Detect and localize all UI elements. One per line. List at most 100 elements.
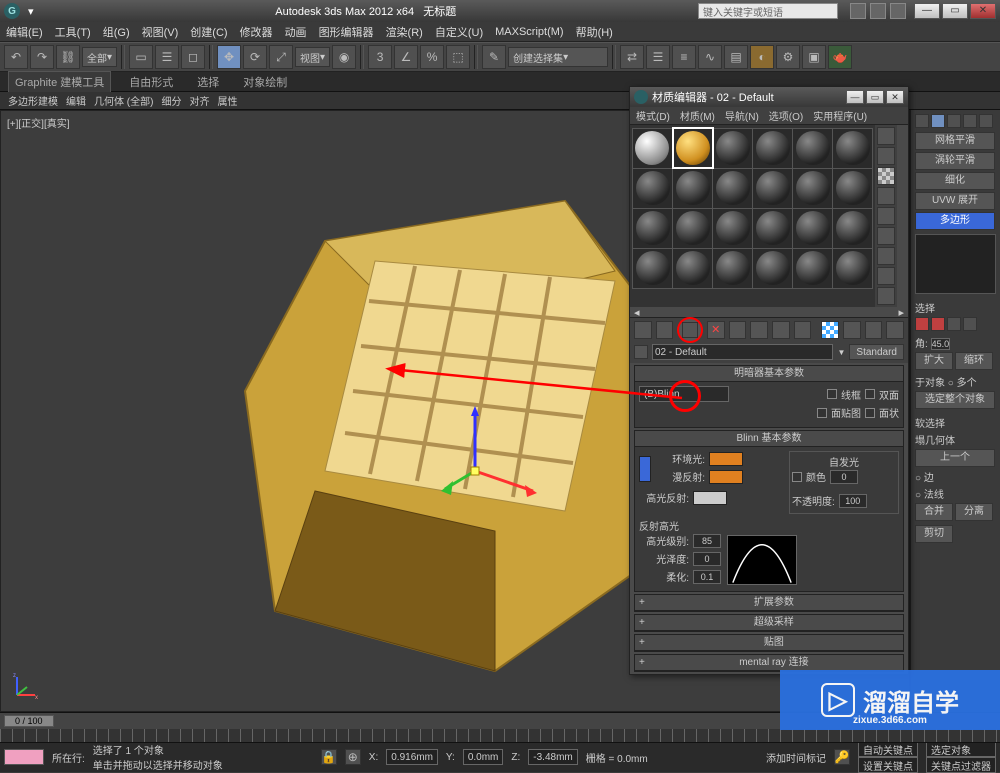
specular-color-swatch[interactable] bbox=[693, 491, 727, 505]
subobj-edge-icon[interactable] bbox=[931, 317, 945, 331]
me-makeunique-icon[interactable] bbox=[750, 321, 768, 339]
panel-motion-icon[interactable] bbox=[963, 114, 977, 128]
select-name-button[interactable]: ☰ bbox=[155, 45, 179, 69]
material-type-button[interactable]: Standard bbox=[849, 344, 904, 360]
redo-button[interactable]: ↷ bbox=[30, 45, 54, 69]
me-backlight-icon[interactable] bbox=[877, 147, 895, 165]
rollout-mentalray-head[interactable]: +mental ray 连接 bbox=[635, 655, 903, 671]
me-showendresult-icon[interactable] bbox=[843, 321, 861, 339]
mod-selected-epoly[interactable]: 多边形 bbox=[915, 212, 995, 230]
star-icon[interactable] bbox=[870, 3, 886, 19]
me-menu-options[interactable]: 选项(O) bbox=[769, 108, 803, 123]
opacity-spinner[interactable]: 100 bbox=[839, 494, 867, 508]
me-preview-icon[interactable] bbox=[877, 227, 895, 245]
faceted-checkbox[interactable] bbox=[865, 408, 875, 418]
schematic-button[interactable]: ▤ bbox=[724, 45, 748, 69]
selfillum-spinner[interactable]: 0 bbox=[830, 470, 858, 484]
spinner-snap-button[interactable]: ⬚ bbox=[446, 45, 470, 69]
cut-button[interactable]: 剪切 bbox=[915, 525, 953, 543]
script-listener[interactable] bbox=[4, 749, 44, 765]
me-assign-to-selection-button[interactable] bbox=[677, 317, 703, 343]
subtab-geometry[interactable]: 几何体 (全部) bbox=[94, 93, 153, 108]
shrink-button[interactable]: 缩环 bbox=[955, 352, 993, 370]
material-editor-button[interactable]: ◐ bbox=[750, 45, 774, 69]
me-maximize-button[interactable]: ▭ bbox=[866, 90, 884, 104]
selfillum-color-checkbox[interactable] bbox=[792, 472, 802, 482]
material-editor-titlebar[interactable]: 材质编辑器 - 02 - Default — ▭ ✕ bbox=[630, 87, 908, 107]
key-icon[interactable]: 🔑 bbox=[834, 749, 850, 765]
subobj-poly-icon[interactable] bbox=[963, 317, 977, 331]
me-sample-type-icon[interactable] bbox=[877, 127, 895, 145]
me-background-icon[interactable] bbox=[877, 167, 895, 185]
keyfilter-button[interactable]: 关键点过滤器 bbox=[926, 757, 996, 773]
pivot-button[interactable]: ◉ bbox=[332, 45, 356, 69]
addtime-label[interactable]: 添加时间标记 bbox=[766, 750, 826, 765]
menu-animation[interactable]: 动画 bbox=[285, 24, 307, 40]
mirror-button[interactable]: ⇄ bbox=[620, 45, 644, 69]
menu-grapheditors[interactable]: 图形编辑器 bbox=[319, 24, 374, 40]
selected-set-field[interactable]: 选定对象 bbox=[926, 741, 996, 757]
curve-editor-button[interactable]: ∿ bbox=[698, 45, 722, 69]
modifier-stack-view[interactable] bbox=[915, 234, 996, 294]
menu-modifiers[interactable]: 修改器 bbox=[240, 24, 273, 40]
menu-customize[interactable]: 自定义(U) bbox=[435, 24, 483, 40]
menu-views[interactable]: 视图(V) bbox=[142, 24, 179, 40]
me-uvtile-icon[interactable] bbox=[877, 187, 895, 205]
me-menu-material[interactable]: 材质(M) bbox=[680, 108, 715, 123]
menu-edit[interactable]: 编辑(E) bbox=[6, 24, 43, 40]
align-button[interactable]: ☰ bbox=[646, 45, 670, 69]
rollout-maps-head[interactable]: +贴图 bbox=[635, 635, 903, 651]
me-putmat-icon[interactable] bbox=[656, 321, 674, 339]
menu-maxscript[interactable]: MAXScript(M) bbox=[495, 26, 563, 38]
me-matmapnav-icon[interactable] bbox=[877, 287, 895, 305]
tab-selection[interactable]: 选择 bbox=[191, 72, 225, 92]
mod-tessellate[interactable]: 细化 bbox=[915, 172, 995, 190]
percent-snap-button[interactable]: % bbox=[420, 45, 444, 69]
tab-freeform[interactable]: 自由形式 bbox=[123, 72, 179, 92]
angle-spinner[interactable]: 45.0 bbox=[931, 338, 951, 350]
me-options-icon[interactable] bbox=[877, 247, 895, 265]
undo-button[interactable]: ↶ bbox=[4, 45, 28, 69]
subtab-properties[interactable]: 属性 bbox=[217, 93, 237, 108]
facemap-checkbox[interactable] bbox=[817, 408, 827, 418]
me-getmat-icon[interactable] bbox=[634, 321, 652, 339]
subtab-subdivide[interactable]: 细分 bbox=[161, 93, 181, 108]
y-coord-field[interactable]: 0.0mm bbox=[463, 749, 504, 765]
gloss-spinner[interactable]: 0 bbox=[693, 552, 721, 566]
rotate-button[interactable]: ⟳ bbox=[243, 45, 267, 69]
me-matid-icon[interactable] bbox=[794, 321, 812, 339]
me-menu-navigation[interactable]: 导航(N) bbox=[725, 108, 759, 123]
material-name-input[interactable] bbox=[652, 344, 833, 360]
subobj-vertex-icon[interactable] bbox=[915, 317, 929, 331]
snap-button[interactable]: 3 bbox=[368, 45, 392, 69]
maximize-button[interactable]: ▭ bbox=[942, 3, 968, 19]
render-frame-button[interactable]: ▣ bbox=[802, 45, 826, 69]
attach-button[interactable]: 合并 bbox=[915, 503, 953, 521]
me-minimize-button[interactable]: — bbox=[846, 90, 864, 104]
me-pick-icon[interactable] bbox=[634, 345, 648, 359]
menu-help[interactable]: 帮助(H) bbox=[576, 24, 613, 40]
minimize-button[interactable]: — bbox=[914, 3, 940, 19]
autokey-button[interactable]: 自动关键点 bbox=[858, 741, 918, 757]
me-menu-modes[interactable]: 模式(D) bbox=[636, 108, 670, 123]
detach-button[interactable]: 分离 bbox=[955, 503, 993, 521]
wire-checkbox[interactable] bbox=[827, 389, 837, 399]
setkey-button[interactable]: 设置关键点 bbox=[858, 757, 918, 773]
diffuse-color-swatch[interactable] bbox=[709, 470, 743, 484]
subtab-polymodel[interactable]: 多边形建模 bbox=[8, 93, 58, 108]
filter-dropdown[interactable]: 全部 ▾ bbox=[82, 47, 117, 67]
render-button[interactable]: 🫖 bbox=[828, 45, 852, 69]
help-icon[interactable] bbox=[850, 3, 866, 19]
help-search-input[interactable]: 键入关键字或短语 bbox=[698, 3, 838, 19]
menu-create[interactable]: 创建(C) bbox=[190, 24, 227, 40]
link-button[interactable]: ⛓ bbox=[56, 45, 80, 69]
select-region-button[interactable]: ◻ bbox=[181, 45, 205, 69]
me-selectbymat-icon[interactable] bbox=[877, 267, 895, 285]
rollout-extended-head[interactable]: +扩展参数 bbox=[635, 595, 903, 611]
move-button[interactable]: ✥ bbox=[217, 45, 241, 69]
mod-uvwunwrap[interactable]: UVW 展开 bbox=[915, 192, 995, 210]
close-button[interactable]: ✕ bbox=[970, 3, 996, 19]
rollout-blinn-head[interactable]: Blinn 基本参数 bbox=[635, 431, 903, 447]
me-videocolor-icon[interactable] bbox=[877, 207, 895, 225]
tab-objectpaint[interactable]: 对象绘制 bbox=[237, 72, 293, 92]
